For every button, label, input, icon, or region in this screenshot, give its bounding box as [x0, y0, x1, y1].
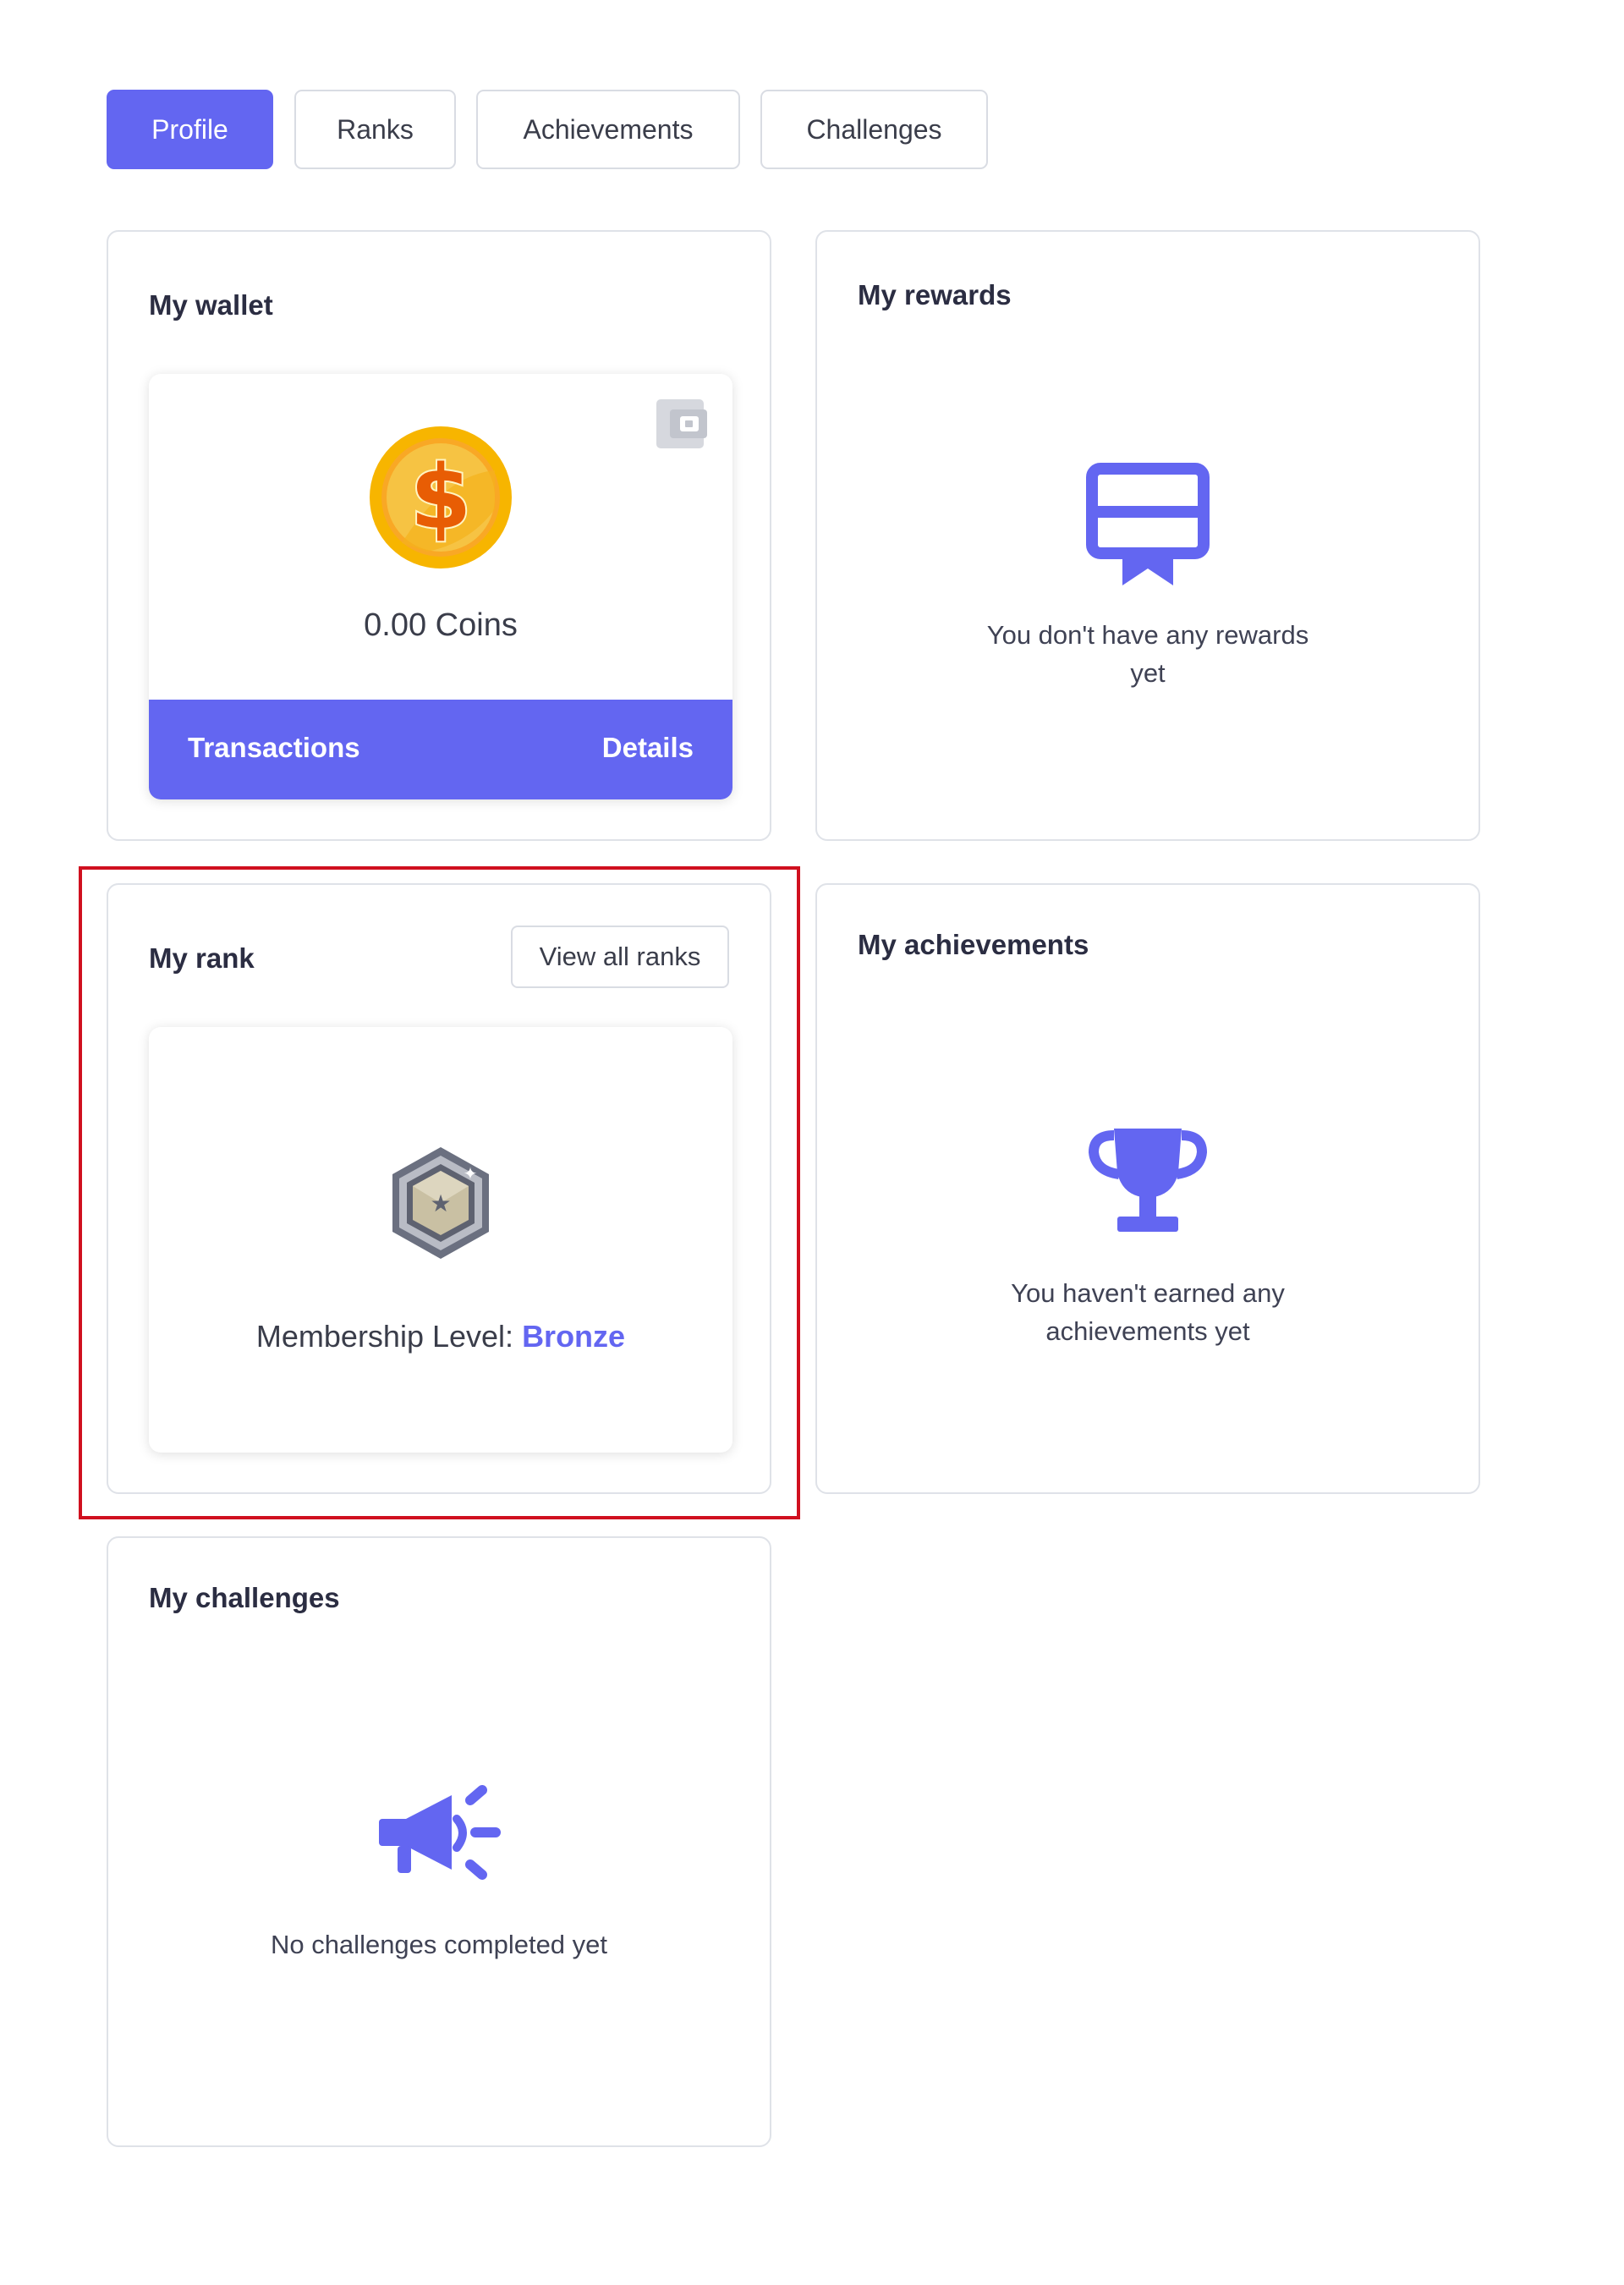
achievements-card: My achievements You haven't earned any a…	[815, 883, 1480, 1494]
rewards-empty-state: You don't have any rewards yet	[817, 462, 1479, 692]
megaphone-icon	[379, 1785, 501, 1880]
rewards-empty-text: You don't have any rewards yet	[986, 620, 1309, 688]
achievements-title: My achievements	[858, 929, 1089, 960]
tab-ranks[interactable]: Ranks	[294, 90, 456, 169]
tab-challenges[interactable]: Challenges	[760, 90, 988, 169]
voucher-icon	[1086, 463, 1210, 585]
coin-icon: $	[370, 426, 512, 569]
challenges-empty-state: No challenges completed yet	[108, 1782, 770, 1964]
achievements-empty-state: You haven't earned any achievements yet	[817, 1123, 1479, 1350]
highlight-box	[79, 866, 800, 1519]
trophy-icon	[1089, 1129, 1207, 1232]
wallet-footer: Transactions Details	[149, 700, 732, 799]
achievements-empty-text: You haven't earned any achievements yet	[1011, 1278, 1285, 1346]
challenges-empty-text: No challenges completed yet	[270, 1930, 608, 1959]
tab-achievements[interactable]: Achievements	[476, 90, 740, 169]
coin-balance: 0.00 Coins	[364, 607, 518, 643]
tab-profile[interactable]: Profile	[107, 90, 273, 169]
details-link[interactable]: Details	[602, 732, 694, 764]
wallet-panel: $ 0.00 Coins Transactions Details	[149, 374, 732, 799]
rewards-card: My rewards You don't have any rewards ye…	[815, 230, 1480, 841]
challenges-title: My challenges	[149, 1582, 340, 1613]
wallet-card: My wallet $ 0.00 Coins Transactions Deta…	[107, 230, 771, 841]
wallet-title: My wallet	[149, 289, 273, 321]
wallet-icon	[656, 399, 707, 448]
svg-text:$: $	[410, 446, 471, 549]
transactions-link[interactable]: Transactions	[188, 732, 360, 764]
challenges-card: My challenges No challenges completed ye…	[107, 1536, 771, 2147]
rewards-title: My rewards	[858, 279, 1012, 310]
